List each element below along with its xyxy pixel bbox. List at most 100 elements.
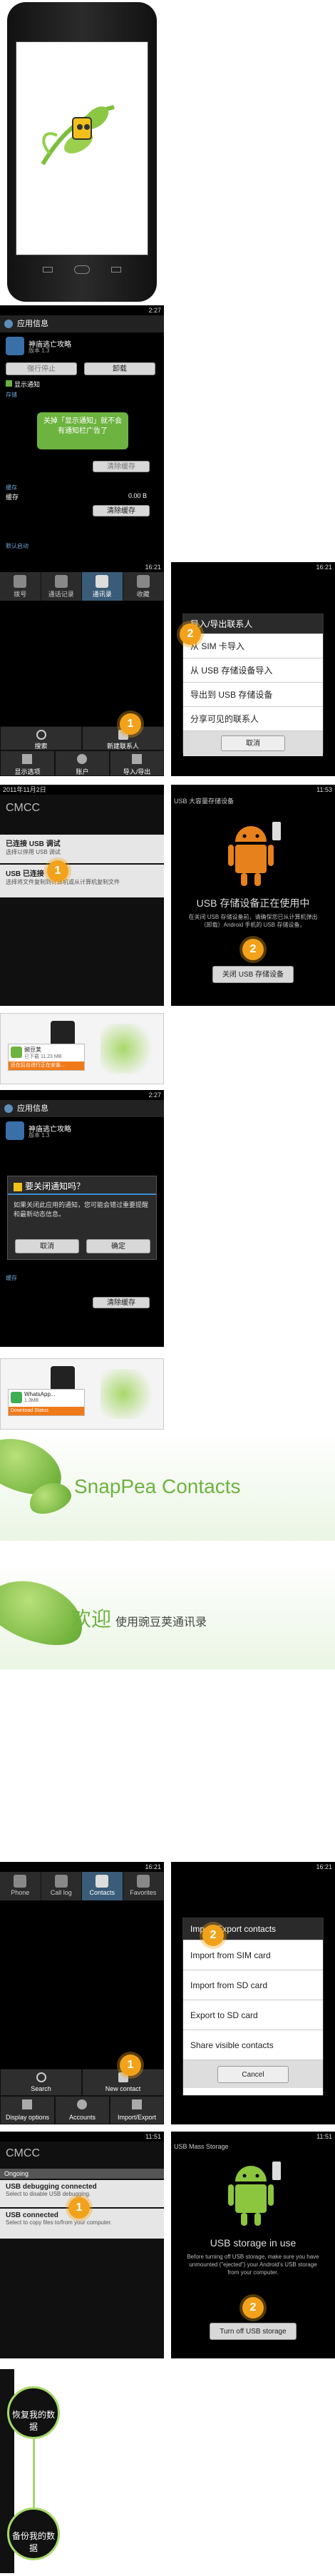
- usb-debug-row[interactable]: 已连接 USB 调试 选择以停用 USB 调试: [0, 835, 164, 863]
- cancel-button[interactable]: 取消: [221, 735, 285, 751]
- import-from-sim-item[interactable]: Import from SIM card: [183, 1940, 323, 1970]
- cache-label: 缓存: [6, 494, 19, 501]
- restore-data-button[interactable]: 恢复我的数据: [7, 2386, 60, 2439]
- status-time: 16:21: [316, 564, 332, 571]
- import-from-sd-item[interactable]: Import from SD card: [183, 1970, 323, 2000]
- menu-search[interactable]: 搜索: [0, 726, 82, 750]
- turn-off-usb-button[interactable]: 关闭 USB 存储设备: [212, 966, 294, 983]
- menu-panel: Search New contact Display options Accou…: [0, 2069, 164, 2124]
- cache-value: 0.00 B: [128, 492, 148, 499]
- tab-favorites[interactable]: 收藏: [123, 572, 164, 601]
- menu-display-options[interactable]: Display options: [0, 2096, 55, 2124]
- tab-call-log[interactable]: 通话记录: [41, 572, 82, 601]
- row-title: USB 已连接: [6, 870, 44, 878]
- menu-search[interactable]: Search: [0, 2069, 82, 2096]
- share-contacts-item[interactable]: 分享可见的联系人: [183, 706, 323, 730]
- menu-accounts[interactable]: Accounts: [55, 2096, 110, 2124]
- menu-accounts[interactable]: 账户: [55, 750, 110, 776]
- pea-mascot-logo-icon: [41, 105, 115, 166]
- screen-usb-storage-cn: 11:53 USB 大容量存储设备 USB 存储设备正在使用中 在关闭 USB …: [171, 785, 335, 1006]
- cancel-button[interactable]: 取消: [15, 1239, 79, 1253]
- menu-import-export[interactable]: 导入/导出: [110, 750, 164, 776]
- menu-label: Display options: [5, 2114, 50, 2121]
- tab-phone[interactable]: Phone: [0, 1872, 41, 1900]
- show-notifications-checkbox[interactable]: 显示通知: [6, 380, 40, 389]
- menu-display-options[interactable]: 显示选项: [0, 750, 55, 776]
- ok-button[interactable]: 确定: [86, 1239, 150, 1253]
- status-bar: 16:21: [0, 562, 164, 572]
- launch-default-heading: 默认启动: [6, 543, 29, 549]
- import-from-usb-item[interactable]: 从 USB 存储设备导入: [183, 658, 323, 682]
- restore-label: 恢复我的数据: [11, 2410, 55, 2432]
- screen-import-export-cn: 16:21 导入/导出联系人 从 SIM 卡导入 从 USB 存储设备导入 导出…: [171, 562, 335, 776]
- popup-status[interactable]: 还在后台进行正在安装...: [9, 1062, 84, 1070]
- status-time: 11:51: [316, 2133, 332, 2140]
- menu-label: 账户: [76, 768, 89, 775]
- dialog-title: 要关闭通知吗？: [25, 1181, 86, 1191]
- clear-cache-button[interactable]: 清除缓存: [93, 1297, 150, 1308]
- tip-bubble: 关掉「显示通知」就不会有通知栏广告了: [37, 412, 128, 449]
- status-bar: 16:21: [171, 1862, 335, 1872]
- app-icon: [6, 337, 24, 355]
- contacts-icon: [96, 575, 109, 588]
- import-export-dialog: 导入/导出联系人 从 SIM 卡导入 从 USB 存储设备导入 导出到 USB …: [182, 614, 324, 756]
- phone-icon: [14, 575, 27, 588]
- tab-contacts[interactable]: 通讯录: [82, 572, 123, 601]
- row-subtitle: Select to disable USB debugging.: [6, 2191, 91, 2197]
- row-subtitle: 选择以停用 USB 调试: [6, 849, 61, 855]
- header-title: 应用信息: [17, 320, 48, 328]
- checkbox-icon: [6, 380, 12, 387]
- header: 应用信息: [0, 1100, 164, 1117]
- status-time: 16:21: [145, 1863, 161, 1870]
- force-stop-button[interactable]: 强行停止: [6, 362, 77, 375]
- import-from-sim-item[interactable]: 从 SIM 卡导入: [183, 633, 323, 658]
- status-bar: 2:27: [0, 305, 164, 315]
- clear-cache-button[interactable]: 清除缓存: [93, 505, 150, 516]
- step-badge: 2: [202, 1925, 224, 1946]
- status-bar: 11:51: [0, 2132, 164, 2142]
- tab-dialer[interactable]: 拨号: [0, 572, 41, 601]
- dialog-footer: Cancel: [183, 2060, 323, 2088]
- app-version: 版本 1.3: [29, 347, 50, 354]
- menu-panel: 搜索 新建联系人 显示选项 账户 导入/导出: [0, 726, 164, 776]
- menu-label: Import/Export: [117, 2114, 157, 2121]
- clear-data-button[interactable]: 清除缓存: [93, 461, 150, 472]
- dialog-header: 要关闭通知吗？: [8, 1176, 156, 1195]
- phone-bottom-keys: [43, 265, 121, 274]
- status-bar: 2011年11月2日: [0, 785, 164, 795]
- connector-line: [33, 2439, 35, 2510]
- step-badge: 2: [242, 939, 264, 960]
- popup-title: WhatsApp...: [24, 1391, 56, 1398]
- tab-label: 通话记录: [48, 591, 74, 598]
- cancel-button[interactable]: Cancel: [217, 2066, 289, 2083]
- menu-label: Accounts: [68, 2114, 96, 2121]
- uninstall-button[interactable]: 卸载: [84, 362, 155, 375]
- tab-contacts[interactable]: Contacts: [82, 1872, 123, 1900]
- menu-label: 显示选项: [14, 768, 41, 775]
- carrier-label: CMCC: [6, 2147, 40, 2159]
- turn-off-usb-button[interactable]: Turn off USB storage: [210, 2323, 297, 2340]
- accounts-icon: [77, 2099, 87, 2109]
- popup-status[interactable]: Download Status: [9, 1407, 84, 1415]
- call-log-icon: [54, 1875, 68, 1888]
- usb-description: 在关闭 USB 存储设备前，请确保您已从计算机弹出（卸载）Android 手机的…: [188, 914, 318, 928]
- storage-heading: 存储: [6, 392, 17, 398]
- menu-label: 新建联系人: [106, 743, 139, 750]
- app-icon: [6, 1121, 24, 1140]
- share-visible-contacts-item[interactable]: Share visible contacts: [183, 2030, 323, 2060]
- tab-label: Contacts: [89, 1889, 115, 1896]
- tab-label: 拨号: [14, 591, 27, 598]
- tab-label: 收藏: [136, 591, 150, 598]
- export-to-sd-item[interactable]: Export to SD card: [183, 2000, 323, 2030]
- tab-call-log[interactable]: Call log: [41, 1872, 82, 1900]
- export-to-usb-item[interactable]: 导出到 USB 存储设备: [183, 682, 323, 706]
- step-badge: 2: [242, 2297, 264, 2318]
- usb-connected-row[interactable]: USB 已连接 选择将文件复制到计算机或从计算机复制文件: [0, 865, 164, 897]
- tab-favorites[interactable]: Favorites: [123, 1872, 164, 1900]
- screen-usb-storage-en: 11:51 USB Mass Storage USB storage in us…: [171, 2132, 335, 2358]
- pea-leaves-image: [100, 1024, 158, 1074]
- usb-description: Before turning off USB storage, make sur…: [187, 2254, 319, 2276]
- backup-data-button[interactable]: 备份我的数据: [7, 2508, 60, 2560]
- header-title: 应用信息: [17, 1104, 48, 1113]
- menu-import-export[interactable]: Import/Export: [110, 2096, 164, 2124]
